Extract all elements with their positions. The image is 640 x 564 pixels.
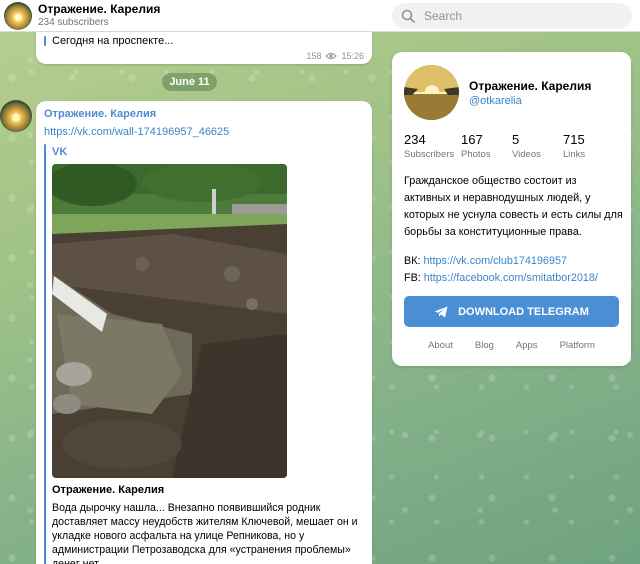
fb-link-row: FB: https://facebook.com/smitatbor2018/ xyxy=(404,272,598,284)
channel-stats: 234 Subscribers 167 Photos 5 Videos 715 … xyxy=(404,132,620,160)
telegram-plane-icon xyxy=(434,306,448,317)
search-input[interactable]: Search xyxy=(392,3,632,29)
preview-description: Вода дырочку нашла... Внезапно появивший… xyxy=(52,502,358,564)
view-count: 158 xyxy=(306,51,322,61)
stat-value: 5 xyxy=(512,132,520,147)
preview-site-name: VK xyxy=(52,146,68,158)
search-icon xyxy=(401,9,415,23)
card-channel-handle[interactable]: @otkarelia xyxy=(469,95,522,107)
quote-bar xyxy=(44,36,46,46)
stat-links[interactable]: 715 Links xyxy=(563,132,620,160)
stat-photos[interactable]: 167 Photos xyxy=(461,132,512,160)
stat-label: Links xyxy=(563,149,586,160)
post-channel-name[interactable]: Отражение. Карелия xyxy=(44,108,156,120)
stat-label: Photos xyxy=(461,149,491,160)
subscriber-count: 234 subscribers xyxy=(38,16,109,28)
preview-image[interactable] xyxy=(52,164,287,478)
post-link[interactable]: https://vk.com/wall-174196957_46625 xyxy=(44,126,229,138)
channel-description: Гражданское общество состоит из активных… xyxy=(404,175,623,238)
preview-bar xyxy=(44,144,46,564)
message-time: 15:26 xyxy=(341,51,364,61)
stat-value: 234 xyxy=(404,132,426,147)
stat-value: 715 xyxy=(563,132,585,147)
stat-value: 167 xyxy=(461,132,483,147)
preview-photo xyxy=(52,164,287,478)
channel-avatar[interactable] xyxy=(4,1,32,30)
search-placeholder: Search xyxy=(424,9,463,23)
stat-subscribers[interactable]: 234 Subscribers xyxy=(404,132,461,160)
stat-label: Subscribers xyxy=(404,149,455,160)
footer-links: About Blog Apps Platform xyxy=(404,340,619,351)
header-info[interactable]: Отражение. Карелия 234 subscribers xyxy=(38,1,161,28)
sunset-image xyxy=(404,65,459,120)
footer-blog[interactable]: Blog xyxy=(475,340,494,351)
card-avatar xyxy=(404,65,459,120)
message-bubble[interactable]: Сегодня на проспекте... 158 15:26 xyxy=(36,32,372,64)
channel-header: Отражение. Карелия 234 subscribers Searc… xyxy=(0,0,640,32)
preview-title: Отражение. Карелия xyxy=(52,484,165,496)
footer-about[interactable]: About xyxy=(428,340,453,351)
date-separator: June 11 xyxy=(162,73,217,91)
vk-link[interactable]: https://vk.com/club174196957 xyxy=(424,255,567,267)
post-avatar[interactable] xyxy=(0,100,32,132)
footer-platform[interactable]: Platform xyxy=(560,340,595,351)
channel-title: Отражение. Карелия xyxy=(38,1,161,16)
download-label: DOWNLOAD TELEGRAM xyxy=(458,305,589,318)
link-preview[interactable]: VK Отражение. Карелия Вода дырочку нашла… xyxy=(44,144,366,564)
message-meta: 158 15:26 xyxy=(306,51,364,61)
fb-link[interactable]: https://facebook.com/smitatbor2018/ xyxy=(424,272,598,284)
post-bubble[interactable]: Отражение. Карелия https://vk.com/wall-1… xyxy=(36,101,372,564)
vk-link-row: ВК: https://vk.com/club174196957 xyxy=(404,255,567,267)
stat-label: Videos xyxy=(512,149,541,160)
download-telegram-button[interactable]: DOWNLOAD TELEGRAM xyxy=(404,296,619,327)
channel-info-card: Отражение. Карелия @otkarelia 234 Subscr… xyxy=(392,52,631,366)
card-channel-name: Отражение. Карелия xyxy=(469,79,592,93)
message-text: Сегодня на проспекте... xyxy=(52,35,174,47)
eye-icon xyxy=(325,53,338,59)
vk-label: ВК: xyxy=(404,255,421,267)
footer-apps[interactable]: Apps xyxy=(516,340,538,351)
stat-videos[interactable]: 5 Videos xyxy=(512,132,563,160)
fb-label: FB: xyxy=(404,272,421,284)
